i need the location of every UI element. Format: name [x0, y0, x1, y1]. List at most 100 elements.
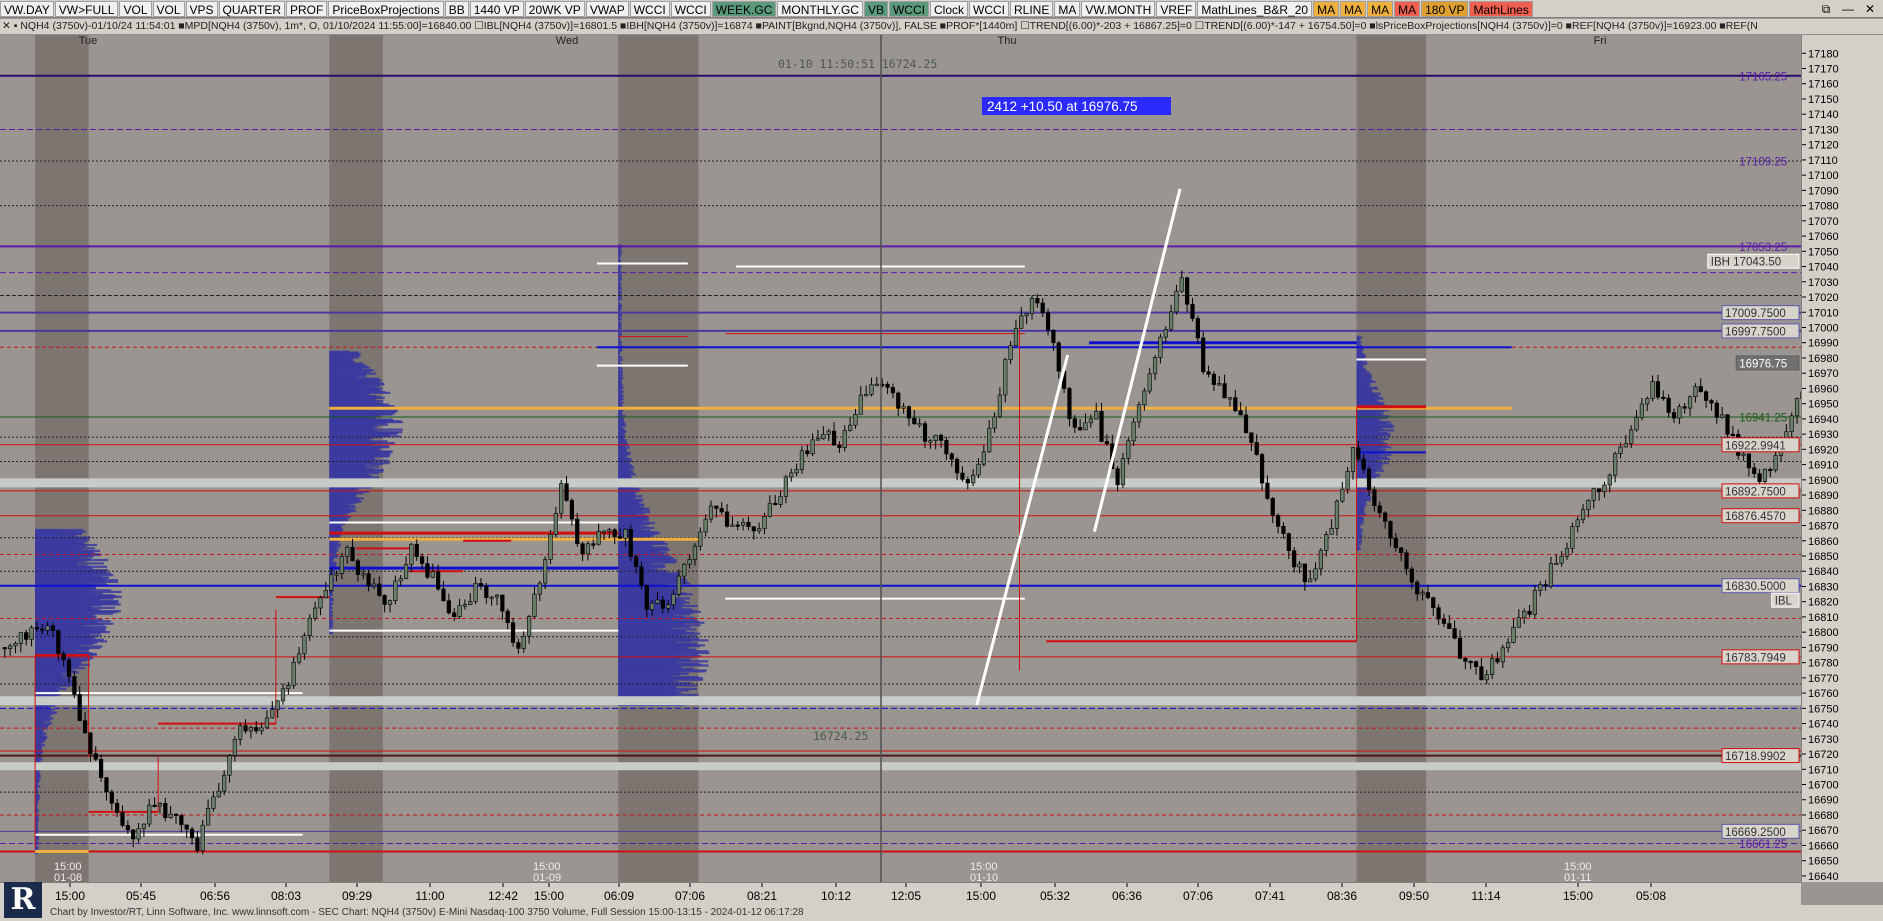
toolbar-button-ma-28[interactable]: MA: [1394, 0, 1421, 17]
candle-up-body: [489, 596, 494, 599]
candle-up-body: [200, 824, 205, 851]
session-date-label: 01-11: [1564, 872, 1591, 882]
candle-up-body: [708, 505, 714, 520]
toolbar-button-vb-16[interactable]: VB: [863, 0, 888, 17]
level-label-text: 16922.9941: [1725, 440, 1786, 452]
toolbar-button-ma-25[interactable]: MA: [1313, 0, 1340, 17]
toolbar-button-vref-23[interactable]: VREF: [1156, 0, 1197, 17]
price-tick-label: 17000: [1808, 322, 1839, 334]
candle-up-body: [1131, 421, 1136, 442]
toolbar-button-vol-3[interactable]: VOL: [152, 0, 185, 17]
price-tick-label: 16870: [1808, 521, 1839, 533]
candle-up-body: [869, 384, 874, 395]
candle-down-body: [184, 824, 189, 830]
price-chart[interactable]: Tue Wed Thu Fri15:0001-0815:0001-0915:0001-…: [0, 35, 1801, 882]
minimize-window-icon[interactable]: —: [1838, 1, 1858, 17]
price-tick-label: 16920: [1808, 444, 1839, 456]
candle-up-body: [1607, 474, 1612, 486]
toolbar-button-monthly-gc-15[interactable]: MONTHLY.GC: [777, 0, 863, 17]
close-window-icon[interactable]: ✕: [1860, 1, 1880, 17]
restore-window-icon[interactable]: ⧉: [1816, 1, 1836, 17]
candle-down-body: [1243, 414, 1249, 434]
price-tick-label: 16890: [1808, 490, 1839, 502]
candle-up-body: [1618, 446, 1623, 454]
candle-up-body: [280, 688, 286, 702]
candle-down-body: [612, 529, 617, 537]
candle-down-body: [1495, 658, 1500, 663]
toolbar-button-week-gc-14[interactable]: WEEK.GC: [711, 0, 777, 17]
candle-down-body: [1078, 427, 1083, 431]
toolbar-button-wcci-17[interactable]: WCCI: [888, 0, 929, 17]
candle-up-body: [168, 813, 173, 819]
toolbar-button-wcci-12[interactable]: WCCI: [629, 0, 670, 17]
toolbar-button-vw-full-1[interactable]: VW>FULL: [54, 0, 119, 17]
candle-down-body: [837, 444, 842, 448]
toolbar-button-180-vp-29[interactable]: 180 VP: [1421, 0, 1469, 17]
toolbar-button-bb-8[interactable]: BB: [444, 0, 469, 17]
toolbar-button-1440-vp-9[interactable]: 1440 VP: [469, 0, 524, 17]
candle-down-body: [99, 759, 104, 778]
candle-up-body: [29, 627, 34, 640]
candle-down-body: [1457, 637, 1463, 659]
candle-up-body: [1174, 290, 1179, 313]
level-label-text: 16669.2500: [1725, 827, 1786, 839]
toolbar-button-mathlines-30[interactable]: MathLines: [1469, 0, 1533, 17]
toolbar-button-vw-day-0[interactable]: VW.DAY: [0, 0, 54, 17]
candle-up-body: [1420, 592, 1425, 595]
toolbar-button-vw-month-22[interactable]: VW.MONTH: [1081, 0, 1156, 17]
candle-down-body: [617, 536, 623, 539]
candle-down-body: [965, 478, 970, 484]
candle-up-body: [1522, 610, 1527, 618]
toolbar-button-prof-6[interactable]: PROF: [285, 0, 328, 17]
toolbar-button-clock-18[interactable]: Clock: [929, 0, 968, 17]
candle-down-body: [104, 777, 109, 793]
candle-up-body: [655, 599, 660, 604]
time-tick-label: 07:06: [1183, 889, 1213, 903]
candle-up-body: [1564, 547, 1570, 557]
level-label-text: IBL: [1775, 596, 1793, 608]
toolbar-button-vol-2[interactable]: VOL: [119, 0, 152, 17]
candle-up-body: [1639, 403, 1644, 418]
candle-up-body: [312, 607, 318, 619]
candle-up-body: [291, 661, 296, 686]
volume-profile-bar: [329, 350, 350, 353]
crosshair-readout: 01-10 11:50:51 16724.25: [778, 57, 937, 71]
toolbar-button-quarter-5[interactable]: QUARTER: [218, 0, 285, 17]
toolbar-button-mathlines-b-r-20-24[interactable]: MathLines_B&R_20: [1197, 0, 1313, 17]
toolbar-button-wcci-19[interactable]: WCCI: [969, 0, 1009, 17]
candle-down-body: [1725, 414, 1730, 435]
toolbar-button-priceboxprojections-7[interactable]: PriceBoxProjections: [328, 0, 444, 17]
time-tick-label: 09:29: [342, 889, 372, 903]
time-tick-label: 12:05: [891, 889, 921, 903]
toolbar-button-wcci-13[interactable]: WCCI: [670, 0, 711, 17]
candle-up-body: [462, 604, 468, 607]
candle-down-body: [1666, 397, 1671, 413]
candle-down-body: [179, 815, 184, 826]
candle-up-body: [767, 502, 772, 517]
time-tick-label: 08:21: [747, 889, 777, 903]
toolbar-button-rline-20[interactable]: RLINE: [1010, 0, 1054, 17]
toolbar-button-ma-26[interactable]: MA: [1340, 0, 1367, 17]
toolbar-button-vwap-11[interactable]: VWAP: [585, 0, 629, 17]
candle-up-body: [1586, 500, 1591, 510]
candle-up-body: [430, 571, 435, 578]
price-tick-label: 16640: [1808, 871, 1839, 882]
toolbar-button-20wk-vp-10[interactable]: 20WK VP: [524, 0, 585, 17]
candle-down-body: [446, 600, 451, 614]
toolbar-button-ma-27[interactable]: MA: [1367, 0, 1394, 17]
level-label-16: 16661.25: [1739, 839, 1787, 851]
candle-up-body: [222, 774, 227, 792]
level-label-text: 16997.7500: [1725, 326, 1786, 338]
price-tick-label: 16860: [1808, 536, 1839, 548]
toolbar-button-vps-4[interactable]: VPS: [185, 0, 218, 17]
candle-down-body: [510, 622, 516, 643]
price-tick-label: 16760: [1808, 688, 1839, 700]
candle-up-body: [1506, 642, 1511, 649]
price-tick-label: 16840: [1808, 566, 1839, 578]
price-tick-label: 17140: [1808, 109, 1839, 121]
candle-down-body: [1372, 489, 1377, 507]
toolbar-button-ma-21[interactable]: MA: [1054, 0, 1081, 17]
candle-down-body: [1366, 468, 1372, 491]
candle-up-body: [1687, 396, 1693, 409]
level-label-text: 16876.4570: [1725, 511, 1786, 523]
